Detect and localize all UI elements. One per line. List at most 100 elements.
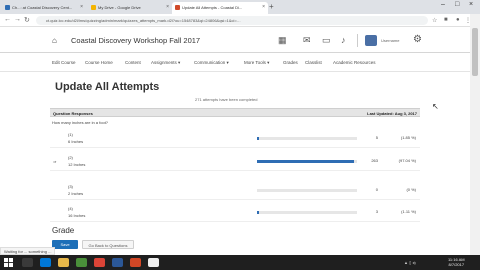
- search-icon[interactable]: [22, 258, 33, 267]
- store-icon[interactable]: [76, 258, 87, 267]
- profile-icon[interactable]: ●: [456, 17, 460, 23]
- close-tab-icon[interactable]: ×: [166, 4, 169, 10]
- correct-answer-arrow-icon: ⇒: [53, 159, 57, 164]
- question-text: How many inches are in a foot?: [52, 120, 109, 125]
- response-label: 6 Inches: [68, 139, 84, 144]
- windows-start-icon[interactable]: [4, 258, 13, 267]
- tab-label: My Drive - Google Drive: [98, 5, 141, 10]
- table-row: ⇒ (2) 12 Inches 263 (97.04 %): [50, 154, 420, 171]
- response-count: 5: [375, 135, 378, 140]
- response-bar-fill: [257, 137, 259, 140]
- back-arrow-icon[interactable]: ←: [4, 16, 11, 23]
- browser-tab-active[interactable]: Update All Attempts - Coastal Di... ×: [172, 2, 268, 14]
- tab-label: Ch...: at Coastal Discovery Cent...: [12, 5, 73, 10]
- nav-item-assignments[interactable]: Assignments ▾: [151, 60, 180, 66]
- response-label: 16 Inches: [68, 213, 86, 218]
- chrome-icon[interactable]: [94, 258, 105, 267]
- address-bar-row: ← → ↻ ct.quiz.lcc.edu/d2l/lms/quizzing/a…: [0, 14, 471, 27]
- response-label: 2 Inches: [68, 191, 84, 196]
- response-bar: [257, 211, 357, 214]
- taskbar: ▲ ▯ ◂) 11:16 AM 8/7/2017: [0, 255, 480, 270]
- response-number: (4): [68, 206, 73, 211]
- message-icon[interactable]: ✉: [303, 35, 311, 46]
- nav-item-academic-resources[interactable]: Academic Resources: [333, 60, 376, 65]
- plus-icon[interactable]: +: [269, 2, 274, 11]
- close-tab-icon[interactable]: ×: [262, 4, 265, 10]
- response-number: (1): [68, 132, 73, 137]
- browser-tab-strip: Ch...: at Coastal Discovery Cent... × My…: [0, 0, 480, 14]
- extension-icon[interactable]: ■: [444, 17, 448, 23]
- avatar[interactable]: [365, 35, 377, 46]
- response-percent: (1.85 %): [400, 135, 416, 140]
- nav-item-edit-course[interactable]: Edit Course: [52, 60, 76, 65]
- powerpoint-icon[interactable]: [130, 258, 141, 267]
- star-icon[interactable]: ☆: [432, 17, 437, 24]
- home-icon[interactable]: ⌂: [52, 36, 57, 45]
- header-question-responses: Question Responses: [53, 111, 93, 116]
- response-count: 0: [375, 187, 378, 192]
- tab-favicon-icon: [5, 5, 10, 10]
- nav-item-content[interactable]: Content: [125, 60, 141, 65]
- response-percent: (97.04 %): [398, 158, 416, 163]
- course-selector-grid-icon[interactable]: ▦: [278, 35, 287, 46]
- response-bar: [257, 137, 357, 140]
- browser-tab-2[interactable]: My Drive - Google Drive ×: [88, 2, 172, 14]
- course-title[interactable]: Coastal Discovery Workshop Fall 2017: [71, 36, 200, 45]
- nav-item-classlist[interactable]: Classlist: [305, 60, 322, 65]
- close-window-icon[interactable]: ×: [469, 1, 473, 8]
- table-row: (3) 2 Inches 0 (0 %): [50, 183, 420, 200]
- save-button[interactable]: Save: [52, 240, 78, 249]
- nav-item-communication[interactable]: Communication ▾: [194, 60, 229, 66]
- forward-arrow-icon[interactable]: →: [14, 16, 21, 23]
- course-nav: Edit Course Course Home Content Assignme…: [0, 54, 470, 72]
- table-row: (1) 6 Inches 5 (1.85 %): [50, 131, 420, 148]
- mouse-cursor-icon: ↖: [432, 102, 439, 111]
- taskbar-clock[interactable]: 11:16 AM 8/7/2017: [448, 257, 465, 267]
- response-bar: [257, 160, 357, 163]
- table-row: (4) 16 Inches 3 (1.11 %): [50, 205, 420, 222]
- browser-tab-1[interactable]: Ch...: at Coastal Discovery Cent... ×: [2, 2, 86, 14]
- response-percent: (0 %): [406, 187, 416, 192]
- table-header: Question Responses Last Updated: Aug 3, …: [50, 108, 420, 117]
- system-tray-icons[interactable]: ▲ ▯ ◂): [404, 260, 416, 265]
- response-number: (3): [68, 184, 73, 189]
- nav-item-grades[interactable]: Grades: [283, 60, 298, 65]
- scrollbar-thumb[interactable]: [472, 28, 478, 76]
- notification-bell-icon[interactable]: ♪: [341, 35, 346, 45]
- chat-icon[interactable]: ▭: [322, 35, 331, 46]
- response-number: (2): [68, 155, 73, 160]
- url-input[interactable]: ct.quiz.lcc.edu/d2l/lms/quizzing/admin/m…: [36, 16, 428, 25]
- header-last-updated: Last Updated: Aug 3, 2017: [367, 111, 417, 116]
- browser-status-text: Waiting for ... something ...: [0, 247, 56, 255]
- file-explorer-icon[interactable]: [58, 258, 69, 267]
- attempts-completed-note: 271 attempts have been completed: [195, 97, 258, 102]
- maximize-icon[interactable]: □: [455, 1, 459, 8]
- header-divider: [357, 34, 358, 47]
- tab-favicon-icon: [91, 5, 96, 10]
- response-bar-fill: [257, 160, 355, 163]
- close-tab-icon[interactable]: ×: [80, 4, 83, 10]
- username[interactable]: Username: [381, 38, 399, 43]
- response-bar: [257, 189, 357, 192]
- minimize-icon[interactable]: –: [441, 1, 445, 8]
- response-label: 12 Inches: [68, 162, 86, 167]
- page-title: Update All Attempts: [55, 81, 160, 93]
- response-bar-fill: [257, 211, 259, 214]
- tab-favicon-icon: [175, 5, 180, 10]
- reload-icon[interactable]: ↻: [24, 16, 30, 24]
- ie-icon[interactable]: [40, 258, 51, 267]
- nav-item-course-home[interactable]: Course Home: [85, 60, 113, 65]
- app-c-icon[interactable]: [148, 258, 159, 267]
- go-back-to-questions-button[interactable]: Go Back to Questions: [82, 240, 134, 249]
- word-icon[interactable]: [112, 258, 123, 267]
- grade-heading: Grade: [52, 226, 75, 235]
- url-text: ct.quiz.lcc.edu/d2l/lms/quizzing/admin/m…: [46, 18, 241, 23]
- response-percent: (1.11 %): [401, 209, 416, 214]
- clock-date: 8/7/2017: [448, 262, 465, 267]
- gear-icon[interactable]: ⚙: [413, 34, 422, 45]
- tab-label: Update All Attempts - Coastal Di...: [182, 5, 243, 10]
- course-header: ⌂ Coastal Discovery Workshop Fall 2017 ▦…: [0, 28, 470, 53]
- nav-item-more-tools[interactable]: More Tools ▾: [244, 60, 269, 66]
- response-count: 263: [371, 158, 378, 163]
- response-count: 3: [375, 209, 378, 214]
